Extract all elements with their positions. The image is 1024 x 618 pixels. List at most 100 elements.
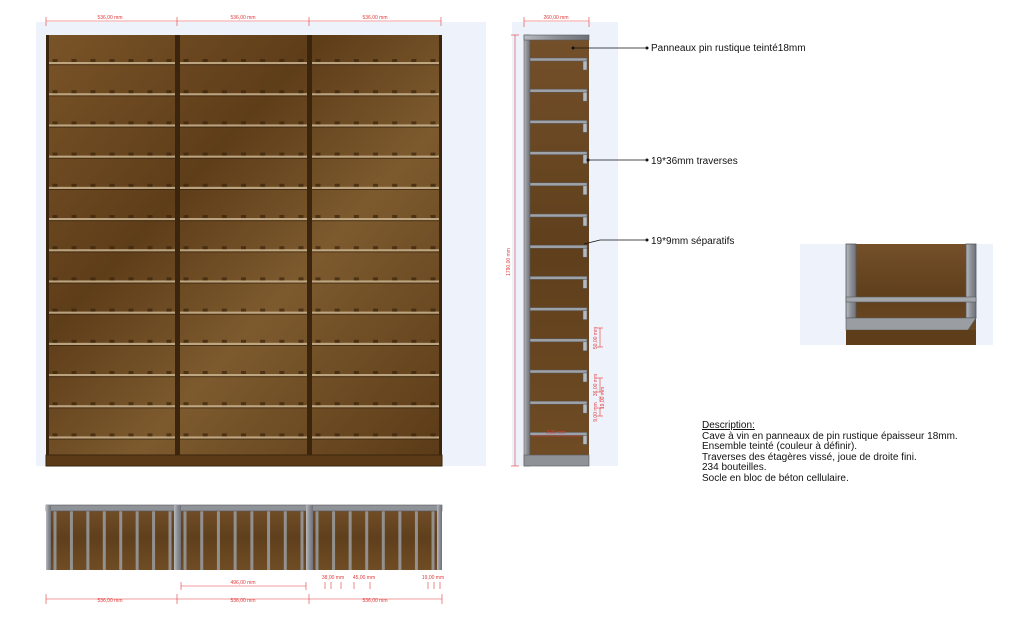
front-bottle-notch bbox=[109, 152, 115, 156]
front-bottle-notch bbox=[430, 90, 436, 94]
front-bottle-notch bbox=[183, 90, 189, 94]
front-bottle-notch bbox=[298, 59, 304, 62]
front-bottle-notch bbox=[260, 339, 266, 343]
front-bottle-notch bbox=[411, 277, 417, 281]
front-bottle-notch bbox=[392, 277, 398, 281]
front-shelf-line bbox=[49, 155, 175, 158]
front-bottle-notch bbox=[52, 152, 58, 156]
front-bottle-notch bbox=[183, 152, 189, 156]
top-view-slat bbox=[365, 511, 369, 570]
front-bottle-notch bbox=[221, 371, 227, 374]
front-bottle-notch bbox=[411, 308, 417, 312]
side-shelf-stop bbox=[582, 310, 588, 320]
front-shelf-line bbox=[180, 93, 307, 96]
front-shelf-line bbox=[312, 436, 439, 439]
front-bottle-notch bbox=[392, 433, 398, 437]
front-bottle-notch bbox=[260, 371, 266, 374]
callout-traverses-label: 19*36mm traverses bbox=[651, 156, 738, 167]
front-bottle-notch bbox=[90, 402, 96, 406]
front-bottle-notch bbox=[147, 277, 153, 281]
front-bottle-notch bbox=[147, 339, 153, 343]
front-bottle-notch bbox=[298, 152, 304, 156]
front-bottle-notch bbox=[221, 246, 227, 250]
front-bottle-notch bbox=[221, 277, 227, 281]
front-bottle-notch bbox=[430, 246, 436, 250]
front-bottle-notch bbox=[183, 277, 189, 281]
front-bottle-notch bbox=[166, 183, 172, 187]
front-bottle-notch bbox=[411, 90, 417, 94]
front-bottle-notch bbox=[353, 308, 359, 312]
front-bottle-notch bbox=[260, 121, 266, 125]
front-bottle-notch bbox=[373, 152, 378, 156]
front-bottle-notch bbox=[52, 246, 58, 250]
front-shelf-shadow bbox=[49, 220, 175, 222]
top-view-slat bbox=[200, 511, 204, 570]
side-shelf-rail bbox=[529, 57, 588, 62]
detail-view bbox=[845, 243, 977, 345]
front-bottle-notch bbox=[147, 59, 153, 62]
front-shelf-line bbox=[180, 342, 307, 345]
front-bottle-notch bbox=[373, 246, 378, 250]
detail-rail bbox=[845, 296, 977, 303]
front-bottle-notch bbox=[71, 152, 77, 156]
front-bottle-notch bbox=[315, 121, 321, 125]
callout-end-separators bbox=[645, 238, 649, 242]
front-bottle-notch bbox=[128, 339, 134, 343]
front-bottle-notch bbox=[52, 339, 58, 343]
top-view bbox=[45, 504, 443, 570]
front-bottle-notch bbox=[90, 183, 96, 187]
front-bottle-notch bbox=[315, 339, 321, 343]
front-bottle-notch bbox=[52, 402, 58, 406]
front-shelf-shadow bbox=[312, 282, 439, 284]
front-shelf-shadow bbox=[180, 376, 307, 378]
front-bottle-notch bbox=[52, 90, 58, 94]
front-bottle-notch bbox=[411, 121, 417, 125]
front-bottle-notch bbox=[166, 339, 172, 343]
front-shelf-line bbox=[312, 155, 439, 158]
front-bottle-notch bbox=[392, 246, 398, 250]
front-bottle-notch bbox=[90, 121, 96, 125]
front-bottle-notch bbox=[373, 59, 378, 62]
front-shelf-line bbox=[49, 186, 175, 189]
front-shelf-shadow bbox=[180, 345, 307, 346]
front-bottle-notch bbox=[315, 90, 321, 94]
front-shelf-line bbox=[312, 280, 439, 283]
front-bottle-notch bbox=[128, 308, 134, 312]
front-shelf-shadow bbox=[312, 438, 439, 440]
front-bottle-notch bbox=[221, 90, 227, 94]
side-bottom-label: 2,00 mm bbox=[546, 430, 565, 436]
front-bottle-notch bbox=[373, 277, 378, 281]
front-shelf-line bbox=[180, 249, 307, 252]
top-view-slat bbox=[69, 511, 73, 570]
side-shelf-stop bbox=[582, 91, 588, 102]
front-shelf-line bbox=[49, 218, 175, 221]
side-shelf-stop bbox=[582, 123, 588, 133]
front-bottle-notch bbox=[279, 339, 285, 343]
front-bottle-notch bbox=[392, 339, 398, 343]
front-bottle-notch bbox=[315, 433, 321, 437]
detail-shelf-bevel bbox=[845, 317, 977, 331]
front-shelf-shadow bbox=[180, 95, 307, 97]
front-bottle-notch bbox=[392, 183, 398, 187]
front-bottle-notch bbox=[373, 308, 378, 312]
description-line-5: Socle en bloc de béton cellulaire. bbox=[702, 472, 849, 484]
front-bottle-notch bbox=[183, 59, 189, 62]
front-bottle-notch bbox=[373, 433, 378, 437]
description-title: Description: bbox=[702, 420, 755, 431]
description-block: Description: Cave à vin en panneaux de p… bbox=[702, 420, 958, 485]
front-bottle-notch bbox=[52, 308, 58, 312]
front-bottle-notch bbox=[52, 277, 58, 281]
front-bottle-notch bbox=[241, 215, 246, 218]
front-bottle-notch bbox=[353, 152, 359, 156]
front-bottle-notch bbox=[241, 59, 246, 62]
top-view-slat bbox=[53, 511, 57, 570]
front-shelf-shadow bbox=[49, 126, 175, 128]
front-bottle-notch bbox=[109, 183, 115, 187]
front-bottle-notch bbox=[90, 339, 96, 343]
front-bottle-notch bbox=[183, 183, 189, 187]
side-shelf-stop bbox=[582, 247, 588, 258]
front-bottle-notch bbox=[353, 59, 359, 62]
front-bottle-notch bbox=[147, 433, 153, 437]
side-shelf-stop bbox=[582, 372, 588, 383]
front-shelf-line bbox=[312, 374, 439, 377]
